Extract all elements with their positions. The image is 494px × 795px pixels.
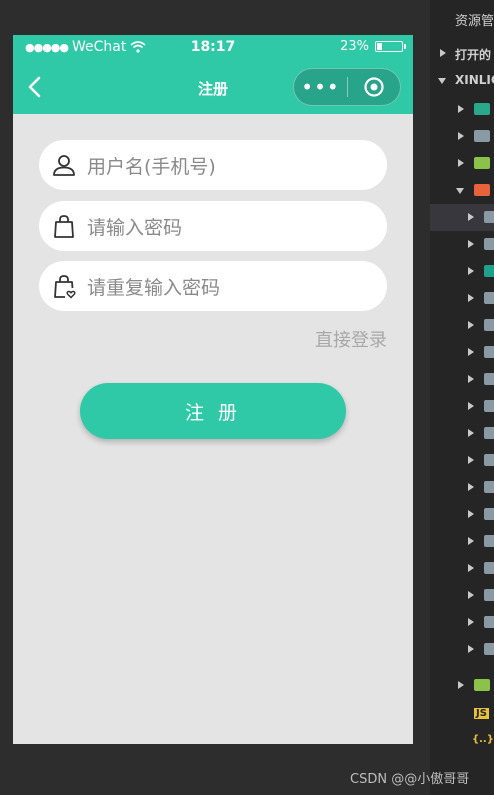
navigation-bar: 注册 ••• <box>13 61 413 114</box>
open-editors-section[interactable]: 打开的 <box>455 46 491 63</box>
explorer-header: 资源管 <box>455 14 494 29</box>
tree-item[interactable] <box>430 177 494 204</box>
tree-item[interactable] <box>430 420 494 447</box>
tree-item[interactable] <box>430 501 494 528</box>
folder-icon <box>484 535 494 547</box>
chevron-down-icon[interactable] <box>438 78 446 84</box>
folder-icon <box>474 103 490 115</box>
username-field[interactable]: 用户名(手机号) <box>39 140 387 190</box>
folder-open-icon <box>474 184 490 196</box>
tree-item[interactable] <box>430 231 494 258</box>
phone-simulator: ●●●●● WeChat 18:17 23% 注册 ••• 用户名(手机号) 请… <box>13 35 413 744</box>
json-file-icon[interactable]: {..} <box>472 734 494 745</box>
project-section[interactable]: XINLIC <box>455 73 494 87</box>
folder-icon <box>484 508 494 520</box>
battery-percent: 23% <box>340 39 369 54</box>
chevron-right-icon[interactable] <box>440 49 446 57</box>
username-placeholder: 用户名(手机号) <box>87 155 216 178</box>
tree-item-selected[interactable] <box>430 204 494 231</box>
folder-icon <box>484 616 494 628</box>
folder-icon <box>484 454 494 466</box>
tree-item[interactable] <box>430 555 494 582</box>
tree-item[interactable] <box>430 609 494 636</box>
folder-icon <box>474 679 490 691</box>
folder-icon <box>484 643 494 655</box>
tree-item[interactable] <box>430 123 494 150</box>
folder-icon <box>484 292 494 304</box>
tree-item[interactable] <box>430 285 494 312</box>
direct-login-link[interactable]: 直接登录 <box>315 326 387 352</box>
confirm-password-field[interactable]: 请重复输入密码 <box>39 261 387 311</box>
tree-item[interactable] <box>430 636 494 663</box>
tree-item[interactable] <box>430 447 494 474</box>
user-icon <box>53 155 75 176</box>
password-field[interactable]: 请输入密码 <box>39 201 387 251</box>
js-file-icon[interactable]: JS <box>474 708 489 719</box>
tree-item[interactable] <box>430 672 494 699</box>
folder-icon <box>484 346 494 358</box>
csdn-watermark: CSDN @@小傲哥哥 <box>350 772 470 787</box>
menu-capsule: ••• <box>293 68 401 106</box>
folder-icon <box>484 427 494 439</box>
tree-item[interactable] <box>430 312 494 339</box>
folder-icon <box>484 562 494 574</box>
target-icon <box>364 77 384 97</box>
lock-bag-icon <box>54 215 74 238</box>
folder-icon <box>484 589 494 601</box>
folder-icon <box>484 211 494 223</box>
folder-icon <box>484 481 494 493</box>
tree-item[interactable] <box>430 528 494 555</box>
tree-item[interactable] <box>430 474 494 501</box>
folder-icon <box>484 319 494 331</box>
tree-item[interactable] <box>430 393 494 420</box>
tree-item[interactable] <box>430 339 494 366</box>
tree-item[interactable] <box>430 366 494 393</box>
folder-icon <box>484 373 494 385</box>
ide-explorer-panel: 资源管 打开的 XINLIC JS <box>430 0 494 795</box>
tree-item[interactable] <box>430 582 494 609</box>
register-button[interactable]: 注 册 <box>80 383 346 439</box>
status-bar: ●●●●● WeChat 18:17 23% <box>13 35 413 61</box>
password-placeholder: 请输入密码 <box>87 216 183 239</box>
confirm-placeholder: 请重复输入密码 <box>87 276 221 299</box>
tree-item[interactable] <box>430 96 494 123</box>
tree-item[interactable] <box>430 150 494 177</box>
close-miniprogram-button[interactable] <box>348 76 400 98</box>
folder-icon <box>474 157 490 169</box>
more-menu-button[interactable]: ••• <box>294 77 347 97</box>
tree-item[interactable] <box>430 258 494 285</box>
battery-icon <box>375 41 406 52</box>
folder-icon <box>474 130 490 142</box>
folder-icon <box>484 238 494 250</box>
folder-icon <box>484 400 494 412</box>
folder-icon <box>484 265 494 277</box>
lock-heart-icon <box>54 275 76 299</box>
